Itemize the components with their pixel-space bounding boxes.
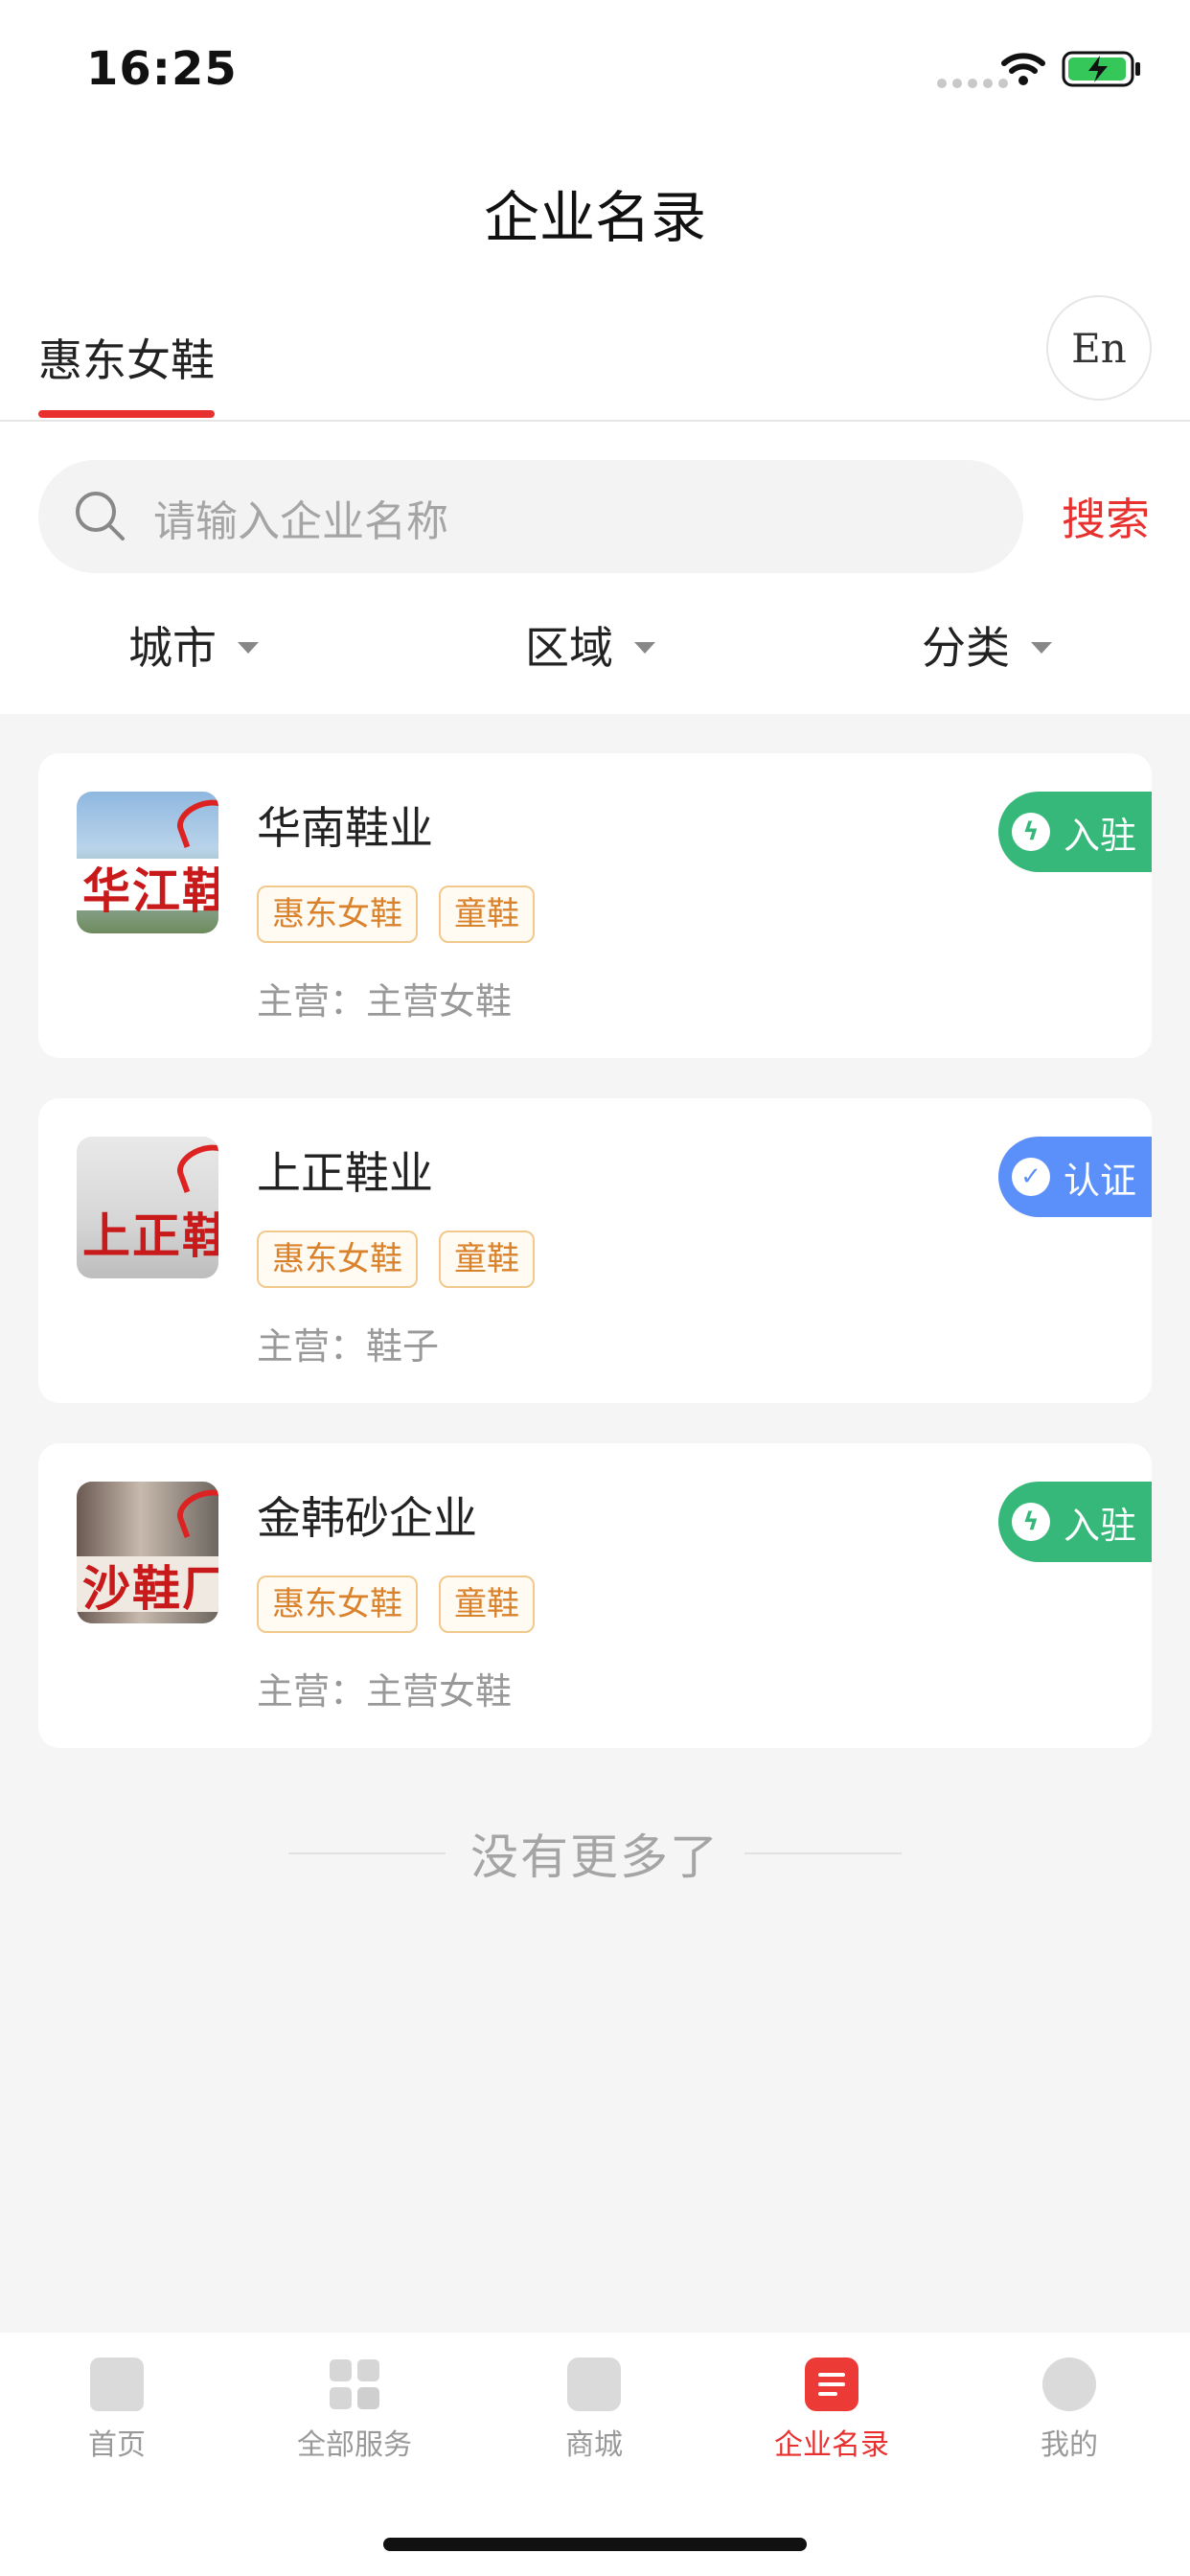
caret-down-icon (238, 642, 259, 654)
company-thumbnail: 华江鞋 (77, 792, 218, 933)
page-title: 企业名录 (483, 185, 706, 250)
company-tag: 童鞋 (439, 886, 535, 943)
caret-down-icon (634, 642, 655, 654)
search-placeholder: 请输入企业名称 (153, 497, 448, 546)
filter-region-label: 区域 (525, 622, 613, 674)
lightning-icon: ϟ (1012, 1503, 1050, 1541)
status-badge: ϟ 入驻 (998, 792, 1152, 872)
status-time: 16:25 (86, 42, 238, 96)
tab-huidong-shoes[interactable]: 惠东女鞋 (38, 326, 215, 389)
nav-all-services[interactable]: 全部服务 (259, 2358, 450, 2463)
filter-city[interactable]: 城市 (128, 613, 259, 677)
filter-city-label: 城市 (128, 622, 217, 674)
company-tag: 惠东女鞋 (257, 886, 418, 943)
language-toggle-button[interactable]: En (1046, 295, 1152, 401)
no-more-text: 没有更多了 (470, 1829, 720, 1885)
company-tag: 童鞋 (439, 1576, 535, 1633)
status-badge: ✓ 认证 (998, 1137, 1152, 1217)
caret-down-icon (1031, 642, 1052, 654)
company-name: 华南鞋业 (257, 802, 433, 854)
profile-icon (1042, 2358, 1096, 2411)
filter-category[interactable]: 分类 (922, 613, 1052, 677)
cellular-signal-icon (937, 79, 1008, 88)
search-button[interactable]: 搜索 (1062, 485, 1150, 548)
search-input[interactable]: 请输入企业名称 (38, 460, 1023, 573)
main-business: 主营：主营女鞋 (257, 980, 513, 1023)
company-card[interactable]: 上正鞋 上正鞋业 惠东女鞋 童鞋 主营：鞋子 ✓ 认证 (38, 1098, 1152, 1403)
nav-profile[interactable]: 我的 (973, 2358, 1165, 2463)
company-name: 金韩砂企业 (257, 1492, 477, 1544)
company-thumbnail: 沙鞋厂 (77, 1482, 218, 1623)
main-business: 主营：鞋子 (257, 1325, 440, 1368)
company-name: 上正鞋业 (257, 1147, 433, 1199)
company-card[interactable]: 华江鞋 华南鞋业 惠东女鞋 童鞋 主营：主营女鞋 ϟ 入驻 (38, 753, 1152, 1058)
shop-icon (567, 2358, 621, 2411)
nav-directory[interactable]: 企业名录 (736, 2358, 927, 2463)
lightning-icon: ϟ (1012, 813, 1050, 851)
search-icon (76, 492, 125, 540)
battery-charging-icon (1062, 51, 1140, 87)
main-business: 主营：主营女鞋 (257, 1670, 513, 1713)
nav-home[interactable]: 首页 (21, 2358, 213, 2463)
company-tag: 惠东女鞋 (257, 1576, 418, 1633)
company-card[interactable]: 沙鞋厂 金韩砂企业 惠东女鞋 童鞋 主营：主营女鞋 ϟ 入驻 (38, 1443, 1152, 1748)
directory-icon (805, 2358, 858, 2411)
wifi-icon (1001, 53, 1045, 85)
filter-region[interactable]: 区域 (525, 613, 655, 677)
home-icon (90, 2358, 144, 2411)
filter-category-label: 分类 (922, 622, 1010, 674)
company-thumbnail: 上正鞋 (77, 1137, 218, 1278)
nav-shop[interactable]: 商城 (498, 2358, 690, 2463)
company-tag: 惠东女鞋 (257, 1230, 418, 1288)
home-indicator (383, 2538, 807, 2551)
shield-check-icon: ✓ (1012, 1158, 1050, 1196)
tab-active-indicator (38, 410, 215, 418)
company-tag: 童鞋 (439, 1230, 535, 1288)
grid-icon (328, 2358, 381, 2411)
list-end-indicator: 没有更多了 (0, 1819, 1190, 1888)
category-tab-bar: 惠东女鞋 En (0, 288, 1190, 422)
status-badge: ϟ 入驻 (998, 1482, 1152, 1562)
